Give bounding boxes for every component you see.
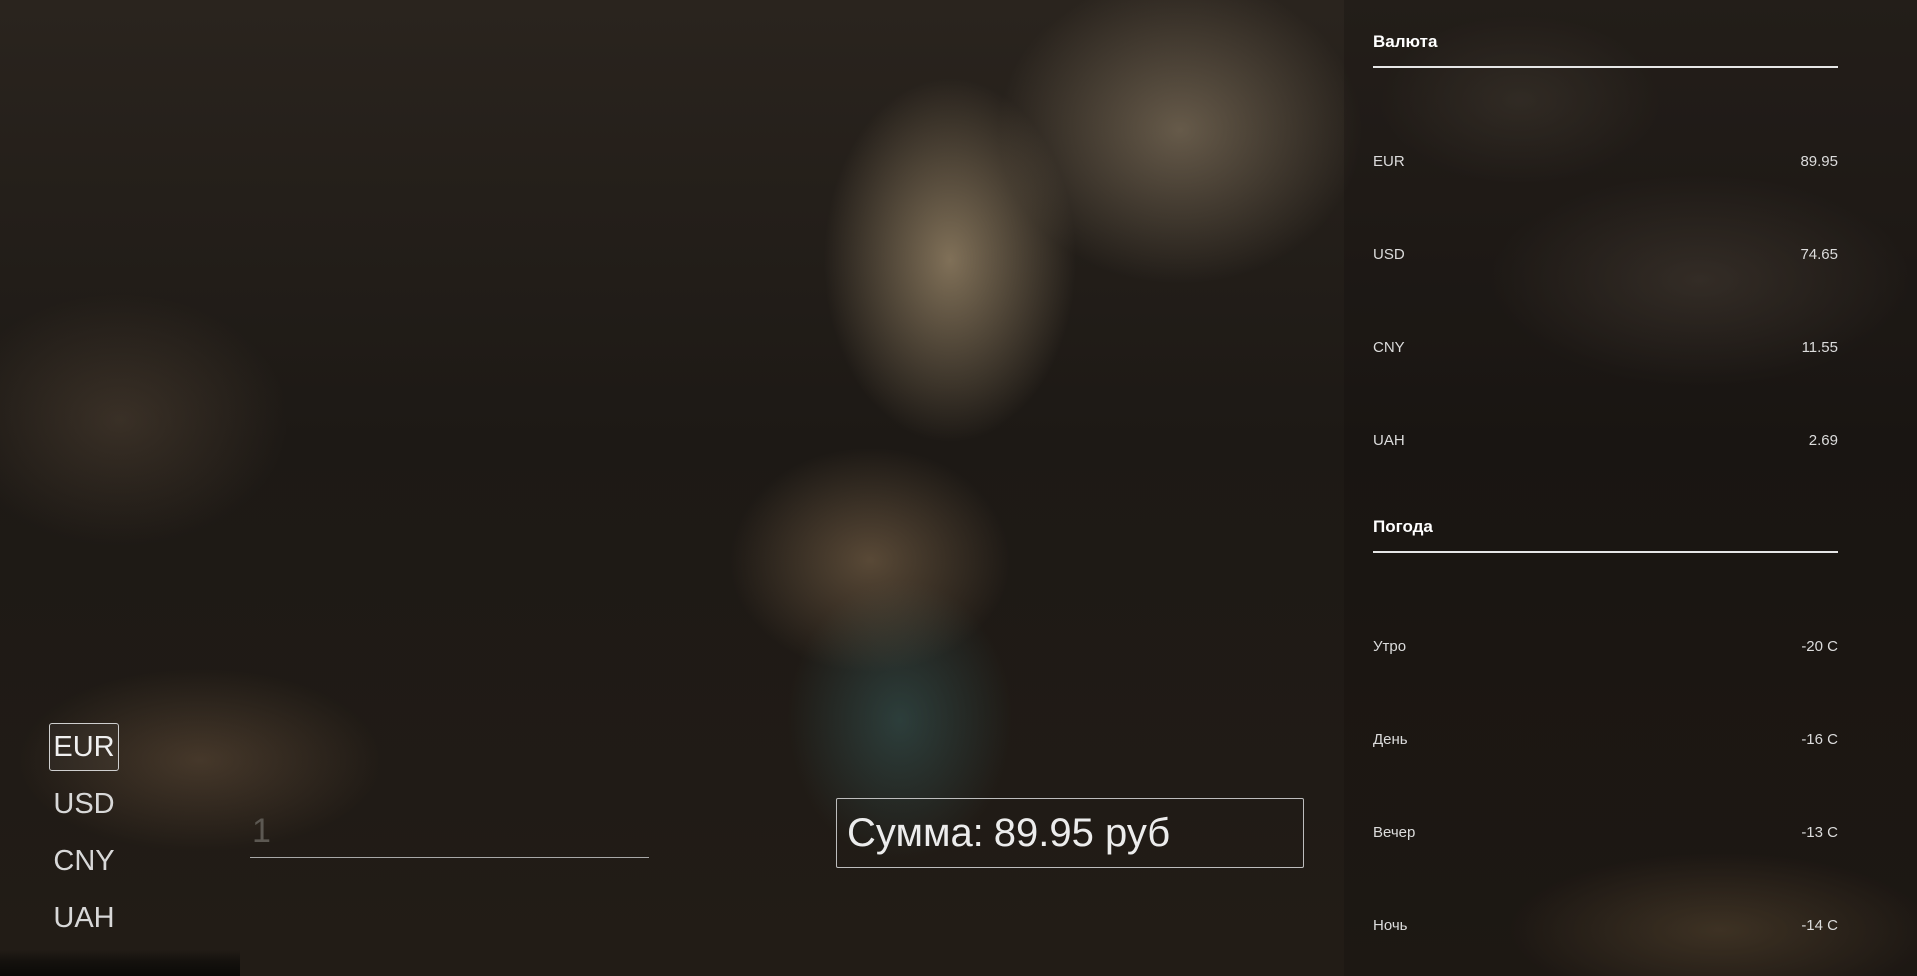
weather-list: Утро -20 C День -16 C Вечер -13 C Ночь -… (1373, 600, 1838, 972)
weather-row-evening: Вечер -13 C (1373, 786, 1838, 879)
result-value: 89.95 (993, 811, 1094, 855)
weather-value: -16 C (1801, 731, 1838, 748)
weather-value: -14 C (1801, 917, 1838, 934)
result-label: Сумма: (847, 811, 984, 855)
currency-button-uah[interactable]: UAH (49, 894, 119, 942)
result-unit: руб (1105, 811, 1171, 855)
currency-button-usd[interactable]: USD (49, 780, 119, 828)
weather-label: Вечер (1373, 824, 1416, 841)
currency-section: Валюта EUR 89.95 USD 74.65 CNY 11.55 UAH… (1373, 32, 1838, 487)
rate-code: UAH (1373, 432, 1405, 449)
rate-value: 74.65 (1800, 246, 1838, 263)
rate-row-cny: CNY 11.55 (1373, 301, 1838, 394)
weather-row-day: День -16 C (1373, 693, 1838, 786)
weather-section-title: Погода (1373, 517, 1838, 553)
rate-value: 89.95 (1800, 153, 1838, 170)
rate-value: 2.69 (1808, 432, 1838, 449)
weather-label: День (1373, 731, 1408, 748)
currency-rates-list: EUR 89.95 USD 74.65 CNY 11.55 UAH 2.69 (1373, 115, 1838, 487)
result-box: Сумма: 89.95 руб (836, 798, 1304, 868)
amount-input[interactable] (250, 806, 649, 858)
weather-value: -13 C (1801, 824, 1838, 841)
weather-section: Погода Утро -20 C День -16 C Вечер -13 C… (1373, 517, 1838, 972)
rate-value: 11.55 (1801, 339, 1838, 356)
currency-button-cny[interactable]: CNY (49, 837, 119, 885)
rate-row-usd: USD 74.65 (1373, 208, 1838, 301)
rate-code: CNY (1373, 339, 1405, 356)
weather-value: -20 C (1801, 638, 1838, 655)
currency-section-title: Валюта (1373, 32, 1838, 68)
weather-row-morning: Утро -20 C (1373, 600, 1838, 693)
treeline-silhouette (0, 950, 240, 976)
rate-code: USD (1373, 246, 1405, 263)
rate-row-eur: EUR 89.95 (1373, 115, 1838, 208)
rate-row-uah: UAH 2.69 (1373, 394, 1838, 487)
weather-label: Ночь (1373, 917, 1408, 934)
currency-selector: EUR USD CNY UAH (49, 723, 119, 951)
weather-row-night: Ночь -14 C (1373, 879, 1838, 972)
currency-button-eur[interactable]: EUR (49, 723, 119, 771)
weather-label: Утро (1373, 638, 1407, 655)
rate-code: EUR (1373, 153, 1405, 170)
